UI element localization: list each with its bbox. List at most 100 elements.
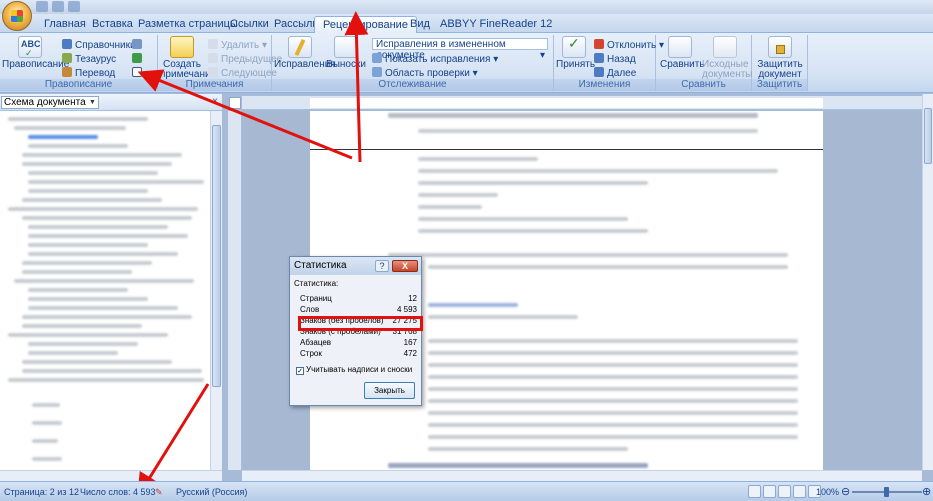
document-map-item[interactable] [22,324,142,328]
dialog-title: Статистика [294,260,347,271]
zoom-level[interactable]: 100% [816,487,839,497]
document-map-item[interactable] [22,162,172,166]
document-map-item[interactable] [22,270,132,274]
source-documents-button[interactable]: Исходные документы [702,36,753,80]
document-map-item[interactable] [28,252,178,256]
reviewing-pane-button[interactable]: Область проверки ▾ [372,67,478,79]
document-map-hscrollbar[interactable] [0,470,222,481]
document-hscrollbar[interactable] [242,470,922,481]
dialog-title-bar: Статистика ? X [290,257,421,275]
scroll-thumb[interactable] [212,125,221,387]
close-button[interactable]: Закрыть [364,382,415,399]
full-screen-view-icon[interactable] [763,485,776,498]
document-map-item[interactable] [22,261,152,265]
checkbox-check-icon[interactable]: ✓ [296,367,304,375]
document-map-item[interactable] [22,360,172,364]
zoom-out-icon[interactable]: ⊖ [841,485,850,498]
document-map-item[interactable] [22,198,162,202]
previous-change-button[interactable]: Назад [594,53,636,65]
status-language[interactable]: Русский (Россия) [176,487,247,497]
text-line [428,447,628,451]
group-tracking: Исправления Выноски Исправления в измене… [272,35,554,91]
redo-icon[interactable] [68,1,80,12]
document-map-item[interactable] [28,144,128,148]
next-comment-button[interactable]: Следующее [208,67,277,79]
document-map-item[interactable] [28,297,148,301]
research-button[interactable]: Справочники [62,39,136,51]
vertical-ruler[interactable] [228,111,242,470]
new-comment-button[interactable]: Создать примечание [160,36,216,80]
undo-icon[interactable] [52,1,64,12]
document-vertical-scrollbar[interactable] [922,94,933,470]
track-changes-button[interactable]: Исправления [274,36,336,70]
document-map-item[interactable] [28,135,98,139]
stat-label: Абзацев [300,338,332,347]
next-change-button[interactable]: Далее [594,67,636,79]
proofing-status-icon[interactable]: ✎ [155,487,163,498]
document-map-item[interactable] [28,351,118,355]
translate-button[interactable]: Перевод [62,67,115,79]
document-map-item[interactable] [32,421,62,425]
set-language-button[interactable] [132,53,145,65]
dialog-close-button[interactable]: X [392,260,418,272]
document-map-item[interactable] [28,342,138,346]
document-map-item[interactable] [28,180,204,184]
tab-selector[interactable] [229,97,241,109]
include-textboxes-checkbox[interactable]: ✓ Учитывать надписи и сноски [296,365,412,375]
statistics-group-label: Статистика: [294,279,339,288]
document-map-item[interactable] [8,333,168,337]
document-map-item[interactable] [14,126,126,130]
group-compare: Сравнить Исходные документы Сравнить [656,35,753,91]
word-count-button[interactable] [132,67,145,79]
print-layout-view-icon[interactable] [748,485,761,498]
document-map-item[interactable] [22,315,192,319]
save-icon[interactable] [36,1,48,12]
close-document-map-button[interactable]: × [210,97,220,107]
document-map-item[interactable] [22,216,192,220]
delete-comment-button[interactable]: Удалить ▾ [208,39,267,51]
document-map-scrollbar[interactable] [210,111,222,470]
document-map-item[interactable] [28,288,128,292]
document-map-item[interactable] [28,171,158,175]
reject-button[interactable]: Отклонить ▾ [594,39,664,51]
document-map-item[interactable] [28,234,188,238]
thesaurus-button[interactable]: Тезаурус [62,53,116,65]
document-map-item[interactable] [8,378,204,382]
document-map-item[interactable] [32,439,58,443]
document-map-item[interactable] [22,369,202,373]
document-map-item[interactable] [8,207,198,211]
help-button[interactable]: ? [375,260,389,272]
document-map-item[interactable] [28,243,148,247]
group-label-changes: Изменения [554,79,655,91]
text-line [388,253,788,257]
zoom-in-icon[interactable]: ⊕ [922,485,931,498]
horizontal-ruler[interactable] [242,96,922,110]
reviewing-pane-icon [372,67,382,77]
web-layout-view-icon[interactable] [778,485,791,498]
display-for-review-select[interactable]: Исправления в измененном документе ▾ [372,38,548,61]
zoom-slider-thumb[interactable] [884,487,889,497]
compare-button[interactable]: Сравнить [660,36,705,70]
scroll-thumb[interactable] [924,108,932,164]
document-map-item[interactable] [22,153,182,157]
protect-document-button[interactable]: Защитить документ [756,36,804,80]
document-map-item[interactable] [28,306,178,310]
office-button[interactable] [2,1,32,31]
balloons-button[interactable]: Выноски [326,36,366,70]
outline-view-icon[interactable] [793,485,806,498]
status-page[interactable]: Страница: 2 из 12 [4,487,79,497]
accept-button[interactable]: ✓ Принять [556,36,595,70]
show-markup-button[interactable]: Показать исправления ▾ [372,53,498,65]
document-map-item[interactable] [32,403,60,407]
spelling-button[interactable]: ABC ✓ Правописание [2,36,69,70]
language-button[interactable] [132,39,145,51]
status-word-count[interactable]: Число слов: 4 593 [80,487,156,497]
document-map-item[interactable] [14,279,194,283]
document-map-item[interactable] [28,225,168,229]
document-map-item[interactable] [32,457,62,461]
document-map-item[interactable] [28,189,148,193]
document-map-mode-select[interactable]: Схема документа ▼ [1,96,99,109]
document-map-item[interactable] [8,117,148,121]
quick-access-toolbar [36,1,80,12]
tab-abbyy[interactable]: ABBYY FineReader 12 [432,16,560,33]
